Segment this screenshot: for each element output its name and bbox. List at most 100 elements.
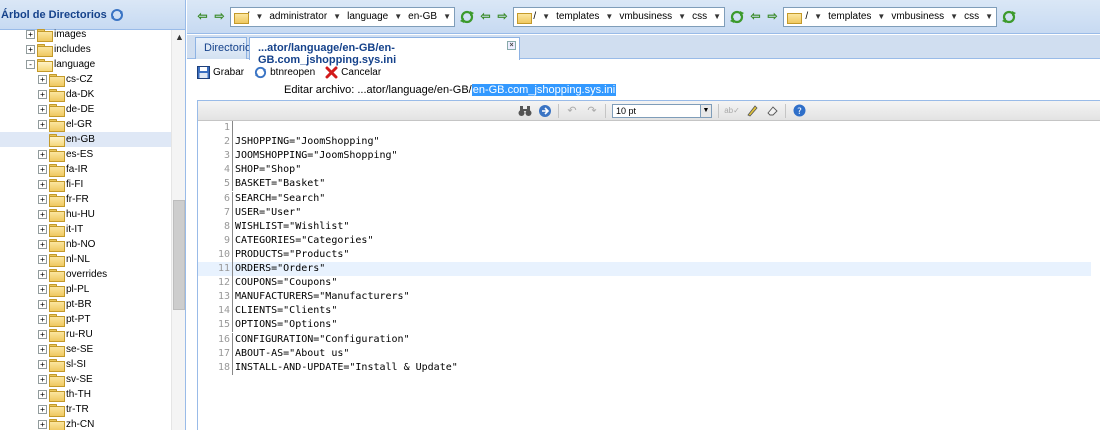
tree-item-se-se[interactable]: + se-SE — [0, 342, 171, 357]
path-segment[interactable]: / — [533, 11, 536, 22]
back-arrow-icon[interactable]: ⇦ — [196, 10, 209, 23]
undo-icon[interactable]: ↶ — [565, 104, 579, 118]
code-line[interactable]: 3 JOOMSHOPPING="JoomShopping" — [198, 149, 1091, 164]
expand-icon[interactable]: + — [38, 90, 47, 99]
code-line[interactable]: 11 ORDERS="Orders" — [198, 262, 1091, 276]
path-segment[interactable]: vmbusiness — [619, 11, 672, 22]
forward-arrow-icon[interactable]: ⇨ — [766, 10, 779, 23]
tree-item-language[interactable]: - language — [0, 57, 171, 72]
path-segment[interactable]: css — [692, 11, 707, 22]
expand-icon[interactable]: + — [38, 255, 47, 264]
expand-icon[interactable]: + — [38, 195, 47, 204]
chevron-down-icon[interactable]: ▼ — [542, 12, 550, 21]
chevron-down-icon[interactable]: ▼ — [877, 12, 885, 21]
tree-item-th-th[interactable]: + th-TH — [0, 387, 171, 402]
tree-item-es-es[interactable]: + es-ES — [0, 147, 171, 162]
refresh-icon[interactable] — [1001, 9, 1017, 25]
tree-item-en-gb[interactable]: en-GB — [0, 132, 171, 147]
tree-item-fr-fr[interactable]: + fr-FR — [0, 192, 171, 207]
path-segment[interactable]: templates — [556, 11, 599, 22]
expand-icon[interactable]: + — [38, 120, 47, 129]
collapse-icon[interactable]: - — [26, 60, 35, 69]
code-text-area[interactable]: 1 2 JSHOPPING="JoomShopping" 3 JOOMSHOPPING=… — [198, 121, 1100, 430]
tree-item-nl-nl[interactable]: + nl-NL — [0, 252, 171, 267]
tree-item-zh-cn[interactable]: + zh-CN — [0, 417, 171, 430]
tree-item-el-gr[interactable]: + el-GR — [0, 117, 171, 132]
chevron-down-icon[interactable]: ▼ — [333, 12, 341, 21]
path-segment[interactable]: en-GB — [408, 11, 437, 22]
tree-item-hu-hu[interactable]: + hu-HU — [0, 207, 171, 222]
chevron-down-icon[interactable]: ▼ — [814, 12, 822, 21]
code-line[interactable]: 15 OPTIONS="Options" — [198, 318, 1091, 333]
font-size-select[interactable]: 10 pt ▼ — [612, 103, 712, 118]
code-line[interactable]: 17 ABOUT-AS="About us" — [198, 346, 1091, 361]
binoculars-icon[interactable] — [518, 104, 532, 118]
back-arrow-icon[interactable]: ⇦ — [749, 10, 762, 23]
tree-item-overrides[interactable]: + overrides — [0, 267, 171, 282]
path-combo[interactable]: / ▼ administrator ▼ language ▼ en-GB ▼ — [230, 6, 455, 27]
goto-icon[interactable] — [538, 104, 552, 118]
tree-item-pt-pt[interactable]: + pt-PT — [0, 312, 171, 327]
path-segment[interactable]: / — [805, 11, 808, 22]
tab-directorio[interactable]: Directorio — [195, 37, 251, 59]
chevron-down-icon[interactable]: ▼ — [443, 12, 451, 21]
selected-filename[interactable]: en-GB.com_jshopping.sys.ini — [471, 84, 617, 96]
path-segment[interactable]: vmbusiness — [891, 11, 944, 22]
redo-icon[interactable]: ↷ — [585, 104, 599, 118]
refresh-icon[interactable] — [110, 8, 124, 22]
tab-file-editor[interactable]: ...ator/language/en-GB/en-GB.com_jshoppi… — [249, 37, 520, 66]
expand-icon[interactable]: + — [38, 405, 47, 414]
code-line[interactable]: 7 USER="User" — [198, 205, 1091, 220]
code-line[interactable]: 4 SHOP="Shop" — [198, 163, 1091, 178]
expand-icon[interactable]: + — [38, 330, 47, 339]
expand-icon[interactable]: + — [38, 375, 47, 384]
chevron-down-icon[interactable]: ▼ — [255, 12, 263, 21]
tree-item-fa-ir[interactable]: + fa-IR — [0, 162, 171, 177]
expand-icon[interactable]: + — [38, 180, 47, 189]
expand-icon[interactable]: + — [38, 210, 47, 219]
expand-icon[interactable]: + — [26, 45, 35, 54]
tree-item-sl-si[interactable]: + sl-SI — [0, 357, 171, 372]
expand-icon[interactable]: + — [38, 75, 47, 84]
expand-icon[interactable]: + — [38, 165, 47, 174]
scroll-up-icon[interactable]: ▲ — [172, 32, 185, 46]
code-line[interactable]: 14 CLIENTS="Clients" — [198, 304, 1091, 319]
forward-arrow-icon[interactable]: ⇨ — [496, 10, 509, 23]
expand-icon[interactable]: + — [38, 270, 47, 279]
chevron-down-icon[interactable]: ▼ — [678, 12, 686, 21]
tree-item-da-dk[interactable]: + da-DK — [0, 87, 171, 102]
tree-item-ru-ru[interactable]: + ru-RU — [0, 327, 171, 342]
path-segment[interactable]: language — [347, 11, 388, 22]
expand-icon[interactable]: + — [38, 315, 47, 324]
tree-item-de-de[interactable]: + de-DE — [0, 102, 171, 117]
save-button[interactable]: Grabar — [197, 65, 244, 79]
tree-item-images[interactable]: + images — [0, 27, 171, 42]
help-icon[interactable]: ? — [792, 104, 806, 118]
code-line[interactable]: 9 CATEGORIES="Categories" — [198, 233, 1091, 248]
chevron-down-icon[interactable]: ▼ — [985, 12, 993, 21]
code-line[interactable]: 6 SEARCH="Search" — [198, 191, 1091, 206]
tree-item-pt-br[interactable]: + pt-BR — [0, 297, 171, 312]
expand-icon[interactable]: + — [38, 345, 47, 354]
refresh-icon[interactable] — [729, 9, 745, 25]
path-segment[interactable]: css — [964, 11, 979, 22]
expand-icon[interactable]: + — [38, 390, 47, 399]
close-icon[interactable]: × — [507, 41, 516, 50]
reopen-button[interactable]: btnreopen — [254, 66, 315, 79]
tree-item-fi-fi[interactable]: + fi-FI — [0, 177, 171, 192]
expand-icon[interactable]: + — [38, 225, 47, 234]
chevron-down-icon[interactable]: ▼ — [950, 12, 958, 21]
code-line[interactable]: 13 MANUFACTURERS="Manufacturers" — [198, 290, 1091, 305]
highlight-icon[interactable] — [745, 104, 759, 118]
spellcheck-icon[interactable]: ab✓ — [724, 104, 740, 118]
expand-icon[interactable]: + — [38, 150, 47, 159]
tree-scrollbar[interactable]: ▲ — [171, 30, 185, 430]
tree-item-sv-se[interactable]: + sv-SE — [0, 372, 171, 387]
path-segment[interactable]: administrator — [269, 11, 327, 22]
tree-item-tr-tr[interactable]: + tr-TR — [0, 402, 171, 417]
tree-scroll-thumb[interactable] — [173, 200, 185, 310]
code-line[interactable]: 2 JSHOPPING="JoomShopping" — [198, 135, 1091, 150]
tree-item-nb-no[interactable]: + nb-NO — [0, 237, 171, 252]
tree-item-it-it[interactable]: + it-IT — [0, 222, 171, 237]
path-combo[interactable]: / ▼ templates ▼ vmbusiness ▼ css ▼ — [513, 6, 725, 27]
